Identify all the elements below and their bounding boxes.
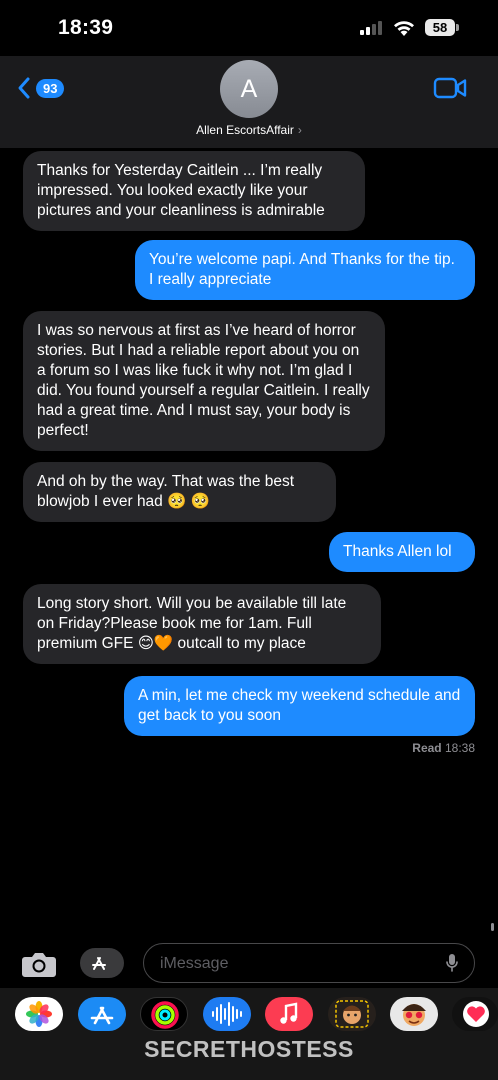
memoji-stickers-app-icon[interactable]	[390, 997, 438, 1031]
unread-count-badge: 93	[36, 78, 65, 98]
message-bubble-outgoing[interactable]: Thanks Allen lol	[329, 532, 475, 572]
watermark: SECRETHOSTESS	[144, 1036, 354, 1062]
message-bubble-incoming[interactable]: And oh by the way. That was the best blo…	[23, 462, 336, 522]
app-store-button[interactable]	[80, 948, 124, 978]
imessage-placeholder: iMessage	[160, 955, 229, 972]
battery-tip	[456, 24, 459, 31]
message-bubble-incoming[interactable]: I was so nervous at first as I’ve heard …	[23, 311, 385, 451]
wifi-icon	[394, 21, 414, 36]
back-button[interactable]: 93	[16, 76, 65, 100]
contact-avatar[interactable]: A	[220, 60, 278, 118]
status-time: 18:39	[58, 16, 114, 39]
app-drawer	[0, 988, 498, 1080]
microphone-icon[interactable]	[446, 953, 458, 973]
contact-name-button[interactable]: Allen EscortsAffair ›	[0, 123, 498, 137]
camera-icon[interactable]	[21, 950, 57, 978]
digital-touch-app-icon[interactable]	[452, 997, 498, 1031]
cellular-signal-icon	[360, 21, 384, 35]
message-bubble-incoming[interactable]: Long story short. Will you be available …	[23, 584, 381, 664]
facetime-video-icon[interactable]	[433, 77, 467, 99]
imessage-input[interactable]: iMessage	[143, 943, 475, 983]
photos-app-icon[interactable]	[15, 997, 63, 1031]
chevron-left-icon	[18, 77, 30, 99]
activity-app-icon[interactable]	[140, 997, 188, 1031]
message-bubble-incoming[interactable]: Thanks for Yesterday Caitlein ... I’m re…	[23, 151, 365, 231]
chevron-right-icon: ›	[297, 123, 302, 137]
contact-name: Allen EscortsAffair	[196, 123, 294, 137]
memoji-app-icon[interactable]	[328, 997, 376, 1031]
music-app-icon[interactable]	[265, 997, 313, 1031]
apps-a-icon	[92, 957, 106, 970]
message-bubble-outgoing[interactable]: You’re welcome papi. And Thanks for the …	[135, 240, 475, 300]
scroll-indicator[interactable]	[491, 923, 494, 931]
battery-icon: 58	[425, 19, 455, 36]
conversation-header: 93 A Allen EscortsAffair ›	[0, 56, 498, 148]
app-store-app-icon[interactable]	[78, 997, 126, 1031]
message-bubble-outgoing[interactable]: A min, let me check my weekend schedule …	[124, 676, 475, 736]
read-receipt: Read 18:38	[412, 741, 475, 755]
voice-memos-app-icon[interactable]	[203, 997, 251, 1031]
status-bar: 18:39 58	[0, 0, 498, 56]
